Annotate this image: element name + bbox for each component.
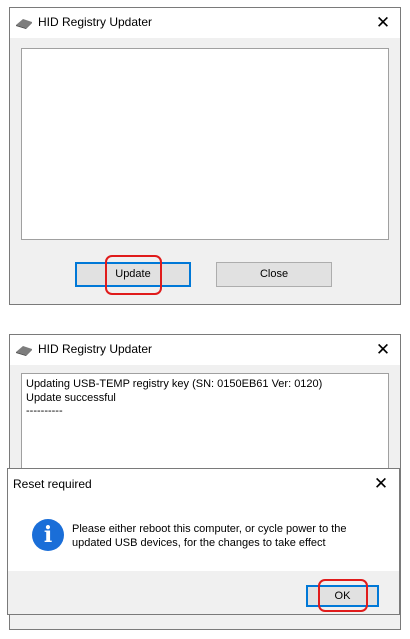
window-title: HID Registry Updater [38,342,153,356]
usb-device-icon [16,346,32,356]
log-line: ---------- [26,405,63,417]
window-close-button[interactable]: ✕ [368,12,398,34]
window-close-button[interactable]: ✕ [368,339,398,361]
updater-window-initial: HID Registry Updater ✕ Update Close [9,7,401,305]
close-button[interactable]: Close [216,262,332,287]
dialog-close-button[interactable]: ✕ [366,473,396,495]
highlight-ring [105,255,162,295]
highlight-ring [318,579,368,612]
log-output[interactable] [21,48,389,240]
dialog-message-line: Please either reboot this computer, or c… [72,523,347,535]
dialog-title: Reset required [13,477,92,491]
dialog-message-line: updated USB devices, for the changes to … [72,537,326,549]
reset-required-dialog: Reset required ✕ i Please either reboot … [7,468,400,615]
window-title: HID Registry Updater [38,15,153,29]
info-icon: i [32,519,64,551]
title-bar[interactable]: HID Registry Updater ✕ [10,335,400,365]
dialog-title-bar[interactable]: Reset required ✕ [8,469,399,498]
log-line: Updating USB-TEMP registry key (SN: 0150… [26,378,323,390]
log-line: Update successful [26,392,116,404]
title-bar[interactable]: HID Registry Updater ✕ [10,8,400,38]
dialog-body: i Please either reboot this computer, or… [8,498,399,571]
usb-device-icon [16,19,32,29]
